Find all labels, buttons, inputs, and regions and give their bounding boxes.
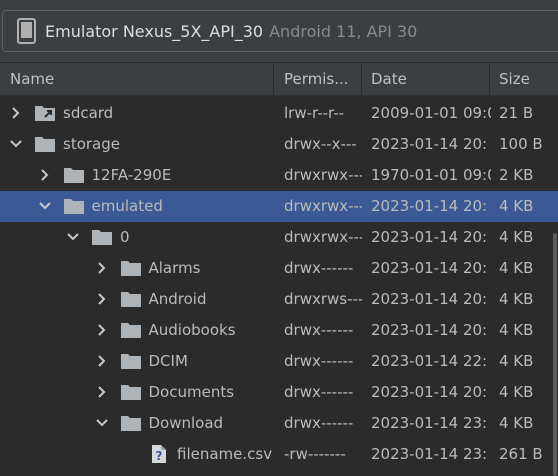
file-name: Documents <box>148 383 235 401</box>
date-cell: 2023-01-14 20: <box>371 321 488 339</box>
tree-row[interactable]: storage drwx--x--- 2023-01-14 20: 100 B <box>0 129 558 160</box>
size-cell: 4 KB <box>499 197 534 215</box>
size-cell: 4 KB <box>499 383 534 401</box>
date-cell: 2023-01-14 20: <box>371 383 488 401</box>
tree-row[interactable]: DCIM drwx------ 2023-01-14 22: 4 KB <box>0 346 558 377</box>
tree-row[interactable]: Documents drwx------ 2023-01-14 20: 4 KB <box>0 377 558 408</box>
folder-icon <box>120 261 141 276</box>
device-os: Android 11, API 30 <box>269 21 418 41</box>
chevron-down-icon[interactable] <box>65 229 81 245</box>
size-cell: 2 KB <box>499 166 534 184</box>
tree-row[interactable]: Alarms drwx------ 2023-01-14 20: 4 KB <box>0 253 558 284</box>
size-cell: 100 B <box>499 135 543 153</box>
file-tree: sdcard lrw-r--r-- 2009-01-01 09:0 21 B stora… <box>0 98 558 470</box>
date-cell: 2023-01-14 20: <box>371 290 488 308</box>
column-header-date[interactable]: Date <box>371 63 481 96</box>
svg-text:?: ? <box>156 449 163 463</box>
column-divider[interactable] <box>489 63 490 96</box>
column-divider[interactable] <box>361 63 362 96</box>
unknown-file-icon: ? <box>152 445 166 463</box>
size-cell: 4 KB <box>499 259 534 277</box>
permissions-cell: drwx------ <box>284 321 354 339</box>
tree-row[interactable]: Audiobooks drwx------ 2023-01-14 20: 4 KB <box>0 315 558 346</box>
tree-row[interactable]: Android drwxrws--- 2023-01-14 20: 4 KB <box>0 284 558 315</box>
size-cell: 4 KB <box>499 321 534 339</box>
permissions-cell: drwx------ <box>284 259 354 277</box>
size-cell: 261 B <box>499 445 543 463</box>
date-cell: 2023-01-14 20: <box>371 259 488 277</box>
permissions-cell: -rw------- <box>284 445 346 463</box>
permissions-cell: drwx------ <box>284 383 354 401</box>
permissions-cell: drwx--x--- <box>284 135 357 153</box>
chevron-right-icon[interactable] <box>37 167 53 183</box>
permissions-cell: drwxrwx--- <box>284 228 362 246</box>
file-name: Audiobooks <box>148 321 236 339</box>
permissions-cell: drwxrwx--- <box>284 197 362 215</box>
date-cell: 2023-01-14 20: <box>371 197 488 215</box>
folder-icon <box>120 354 141 369</box>
column-header-permissions[interactable]: Permis... <box>284 63 360 96</box>
chevron-right-icon[interactable] <box>94 322 110 338</box>
column-header-size[interactable]: Size <box>499 63 554 96</box>
file-name: Android <box>148 290 207 308</box>
permissions-cell: drwx------ <box>284 352 354 370</box>
chevron-right-icon[interactable] <box>94 260 110 276</box>
device-selector[interactable]: Emulator Nexus_5X_API_30 Android 11, API… <box>2 10 558 52</box>
phone-icon <box>17 18 36 44</box>
folder-icon <box>35 137 55 152</box>
folder-icon <box>63 168 84 183</box>
size-cell: 4 KB <box>499 290 534 308</box>
tree-row[interactable]: 12FA-290E drwxrwx--- 1970-01-01 09:0 2 KB <box>0 160 558 191</box>
date-cell: 2023-01-14 23: <box>371 445 488 463</box>
folder-icon <box>120 292 141 307</box>
column-divider[interactable] <box>273 63 274 96</box>
file-name: Download <box>148 414 224 432</box>
size-cell: 4 KB <box>499 414 534 432</box>
date-cell: 2023-01-14 20: <box>371 228 488 246</box>
date-cell: 2023-01-14 23: <box>371 414 488 432</box>
folder-link-icon <box>35 106 55 121</box>
date-cell: 1970-01-01 09:0 <box>371 166 491 184</box>
table-header: Name Permis... Date Size <box>0 62 558 96</box>
file-name: storage <box>63 135 120 153</box>
folder-icon <box>120 385 141 400</box>
file-name: filename.csv <box>177 445 273 463</box>
date-cell: 2023-01-14 22: <box>371 352 488 370</box>
permissions-cell: lrw-r--r-- <box>284 104 345 122</box>
tree-row[interactable]: 0 drwxrwx--- 2023-01-14 20: 4 KB <box>0 222 558 253</box>
chevron-down-icon[interactable] <box>94 415 110 431</box>
tree-row[interactable]: Download drwx------ 2023-01-14 23: 4 KB <box>0 408 558 439</box>
file-name: 0 <box>120 228 130 246</box>
device-name: Emulator Nexus_5X_API_30 <box>45 21 264 41</box>
file-name: sdcard <box>63 104 114 122</box>
chevron-right-icon[interactable] <box>94 353 110 369</box>
permissions-cell: drwxrwx--- <box>284 166 362 184</box>
size-cell: 4 KB <box>499 352 534 370</box>
tree-row[interactable]: ? filename.csv -rw------- 2023-01-14 23: 261… <box>0 439 558 470</box>
folder-icon <box>120 416 141 431</box>
file-name: 12FA-290E <box>91 166 172 184</box>
tree-row[interactable]: sdcard lrw-r--r-- 2009-01-01 09:0 21 B <box>0 98 558 129</box>
tree-row[interactable]: emulated drwxrwx--- 2023-01-14 20: 4 KB <box>0 191 558 222</box>
folder-icon <box>120 323 141 338</box>
size-cell: 21 B <box>499 104 534 122</box>
file-name: DCIM <box>148 352 188 370</box>
folder-icon <box>63 199 84 214</box>
column-header-name[interactable]: Name <box>10 63 270 96</box>
folder-icon <box>92 230 112 245</box>
toolbar: Emulator Nexus_5X_API_30 Android 11, API… <box>0 0 558 62</box>
date-cell: 2009-01-01 09:0 <box>371 104 491 122</box>
chevron-right-icon[interactable] <box>94 384 110 400</box>
vertical-scrollbar[interactable] <box>553 233 557 476</box>
chevron-right-icon[interactable] <box>8 105 24 121</box>
file-name: emulated <box>91 197 163 215</box>
chevron-down-icon[interactable] <box>37 198 53 214</box>
file-name: Alarms <box>148 259 201 277</box>
chevron-right-icon[interactable] <box>94 291 110 307</box>
size-cell: 4 KB <box>499 228 534 246</box>
permissions-cell: drwxrws--- <box>284 290 362 308</box>
date-cell: 2023-01-14 20: <box>371 135 488 153</box>
chevron-down-icon[interactable] <box>8 136 24 152</box>
permissions-cell: drwx------ <box>284 414 354 432</box>
